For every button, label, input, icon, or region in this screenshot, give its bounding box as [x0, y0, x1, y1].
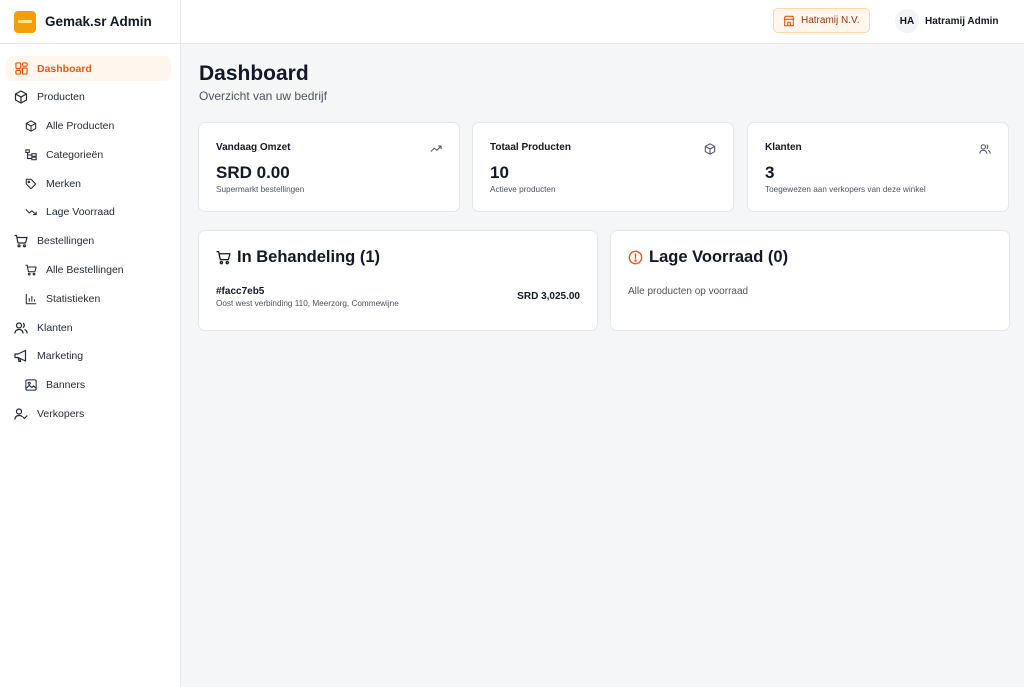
user-name: Hatramij Admin — [925, 15, 999, 27]
sidebar-item-label: Categorieën — [46, 148, 104, 161]
sidebar: Gemak.sr Admin Dashboard Producten Alle … — [0, 0, 181, 687]
stat-description: Actieve producten — [490, 185, 556, 194]
category-tree-icon — [25, 149, 37, 161]
users-icon — [979, 142, 991, 154]
megaphone-icon — [14, 349, 28, 363]
sidebar-item-label: Dashboard — [37, 62, 92, 75]
stat-value: 3 — [765, 163, 775, 182]
sidebar-item-alle-bestellingen[interactable]: Alle Bestellingen — [6, 258, 171, 283]
sidebar-item-label: Verkopers — [37, 408, 85, 421]
image-icon — [25, 379, 37, 391]
sidebar-item-alle-producten[interactable]: Alle Producten — [6, 114, 171, 139]
stat-value: SRD 0.00 — [216, 163, 290, 182]
order-id: #facc7eb5 — [216, 286, 265, 297]
store-selector[interactable]: Hatramij N.V. — [773, 8, 870, 33]
sidebar-item-label: Bestellingen — [37, 235, 95, 248]
sidebar-item-marketing[interactable]: Marketing — [6, 344, 171, 369]
page-subtitle: Overzicht van uw bedrijf — [199, 89, 328, 103]
box-icon — [704, 142, 716, 155]
pending-orders-panel: In Behandeling (1) #facc7eb5 Oost west v… — [198, 230, 598, 331]
cart-icon — [14, 234, 28, 248]
panel-title: Lage Voorraad (0) — [628, 248, 788, 267]
trending-down-icon — [25, 206, 37, 218]
top-header: Hatramij N.V. HA Hatramij Admin — [181, 0, 1024, 44]
page-title: Dashboard — [199, 62, 309, 85]
sidebar-item-banners[interactable]: Banners — [6, 373, 171, 398]
users-icon — [14, 321, 28, 335]
stat-title: Klanten — [765, 142, 802, 153]
order-amount: SRD 3,025.00 — [517, 291, 580, 302]
sidebar-item-klanten[interactable]: Klanten — [6, 315, 171, 340]
tag-icon — [25, 178, 37, 190]
box-icon — [14, 90, 28, 104]
sidebar-item-merken[interactable]: Merken — [6, 171, 171, 196]
brand-logo — [14, 10, 36, 33]
sidebar-item-lage-voorraad[interactable]: Lage Voorraad — [6, 200, 171, 225]
sidebar-item-statistieken[interactable]: Statistieken — [6, 286, 171, 311]
sidebar-item-label: Banners — [46, 379, 86, 392]
stat-title: Totaal Producten — [490, 142, 571, 153]
sidebar-item-label: Marketing — [37, 350, 84, 363]
sidebar-item-bestellingen[interactable]: Bestellingen — [6, 229, 171, 254]
sidebar-item-label: Lage Voorraad — [46, 206, 115, 219]
stat-card-producten: Totaal Producten 10 Actieve producten — [472, 122, 734, 212]
order-address: Oost west verbinding 110, Meerzorg, Comm… — [216, 299, 399, 308]
box-icon — [25, 120, 37, 132]
cart-icon — [25, 264, 37, 276]
sidebar-item-label: Alle Producten — [46, 120, 115, 133]
sidebar-item-label: Producten — [37, 91, 85, 104]
stat-description: Supermarkt bestellingen — [216, 185, 305, 194]
stat-card-omzet: Vandaag Omzet SRD 0.00 Supermarkt bestel… — [198, 122, 460, 212]
sidebar-item-producten[interactable]: Producten — [6, 85, 171, 110]
stat-title: Vandaag Omzet — [216, 142, 291, 153]
sidebar-item-label: Merken — [46, 177, 82, 190]
stat-card-klanten: Klanten 3 Toegewezen aan verkopers van d… — [747, 122, 1009, 212]
panel-title: In Behandeling (1) — [216, 248, 380, 267]
store-icon — [783, 15, 795, 27]
low-stock-panel: Lage Voorraad (0) Alle producten op voor… — [610, 230, 1010, 331]
avatar: HA — [895, 9, 919, 33]
sidebar-item-label: Klanten — [37, 321, 73, 334]
stat-value: 10 — [490, 163, 509, 182]
user-menu[interactable]: HA Hatramij Admin — [895, 9, 999, 33]
dashboard-grid-icon — [14, 62, 28, 76]
brand-name: Gemak.sr Admin — [45, 14, 152, 29]
user-check-icon — [14, 407, 28, 421]
sidebar-item-categorieen[interactable]: Categorieën — [6, 142, 171, 167]
brand[interactable]: Gemak.sr Admin — [0, 0, 180, 44]
sidebar-item-label: Statistieken — [46, 292, 101, 305]
sidebar-item-verkopers[interactable]: Verkopers — [6, 402, 171, 427]
store-name: Hatramij N.V. — [801, 15, 860, 26]
alert-circle-icon — [628, 250, 643, 265]
trending-up-icon — [430, 142, 442, 154]
panel-title-text: In Behandeling (1) — [237, 248, 381, 266]
sidebar-item-label: Alle Bestellingen — [46, 264, 124, 277]
bar-chart-icon — [25, 293, 37, 305]
sidebar-nav: Dashboard Producten Alle Producten Categ… — [0, 44, 180, 427]
sidebar-item-dashboard[interactable]: Dashboard — [6, 56, 171, 81]
cart-icon — [216, 250, 231, 265]
panel-title-text: Lage Voorraad (0) — [649, 248, 789, 266]
empty-state-message: Alle producten op voorraad — [628, 286, 749, 297]
stat-description: Toegewezen aan verkopers van deze winkel — [765, 185, 926, 194]
